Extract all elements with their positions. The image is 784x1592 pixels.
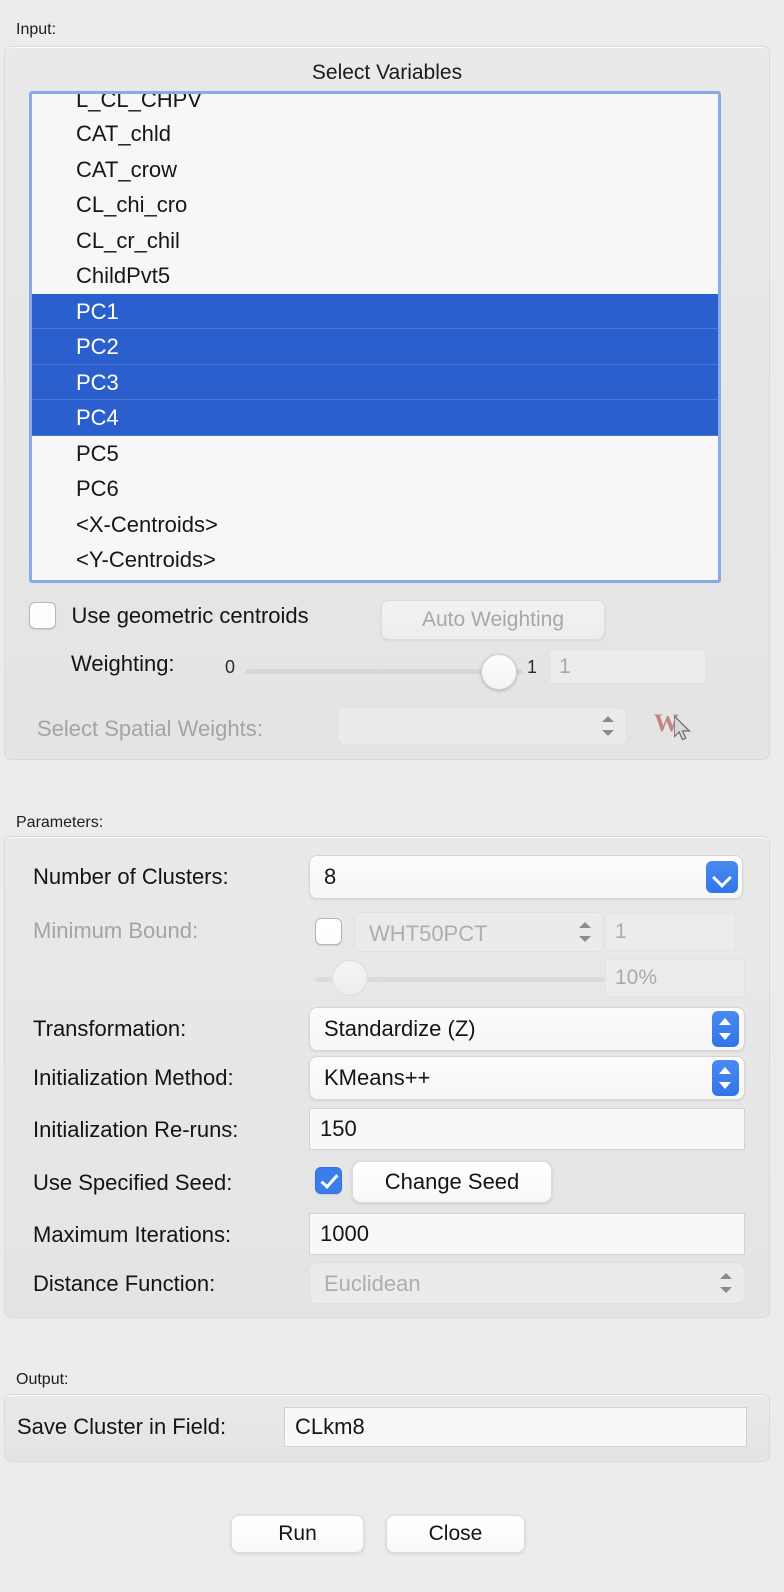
- maximum-iterations-label: Maximum Iterations:: [33, 1222, 232, 1247]
- number-of-clusters-label: Number of Clusters:: [33, 864, 229, 889]
- use-specified-seed-checkbox[interactable]: [315, 1167, 342, 1194]
- maximum-iterations-row: Maximum Iterations: 1000: [5, 1213, 769, 1259]
- weighting-row: Weighting: 0 1 1: [29, 647, 749, 690]
- initialization-reruns-input[interactable]: 150: [309, 1108, 745, 1150]
- minimum-bound-value-field[interactable]: 1: [605, 913, 735, 951]
- minimum-bound-slider-row: 10%: [5, 957, 769, 1001]
- chevron-updown-icon[interactable]: [712, 1060, 739, 1096]
- input-section-label: Input:: [16, 21, 57, 38]
- transformation-combo[interactable]: Standardize (Z): [309, 1007, 745, 1051]
- variable-list-item[interactable]: CL_cr_chil: [32, 223, 718, 259]
- variable-list-item[interactable]: <Y-Centroids>: [32, 542, 718, 578]
- minimum-bound-percent-field[interactable]: 10%: [605, 959, 745, 997]
- variable-list-item[interactable]: <X-Centroids>: [32, 507, 718, 543]
- variables-list[interactable]: L_CL_CHPV CAT_chld CAT_crow CL_chi_cro CL_cr…: [29, 91, 721, 583]
- use-geometric-centroids-checkbox[interactable]: [29, 602, 56, 629]
- variable-list-item[interactable]: PC2: [32, 329, 718, 365]
- variable-list-item[interactable]: PC6: [32, 471, 718, 507]
- variable-list-item[interactable]: CAT_crow: [32, 152, 718, 188]
- output-panel: Save Cluster in Field: CLkm8: [4, 1394, 770, 1462]
- chevron-down-icon[interactable]: [706, 861, 738, 893]
- number-of-clusters-value: 8: [324, 864, 337, 889]
- transformation-row: Transformation: Standardize (Z): [5, 1007, 769, 1053]
- spatial-weights-row: Select Spatial Weights: W: [29, 707, 749, 751]
- use-geometric-centroids-label: Use geometric centroids: [71, 602, 309, 628]
- auto-weighting-button[interactable]: Auto Weighting: [381, 600, 605, 640]
- minimum-bound-variable-select[interactable]: WHT50PCT: [354, 912, 604, 952]
- use-geometric-centroids-row: Use geometric centroids Auto Weighting: [29, 600, 749, 640]
- number-of-clusters-row: Number of Clusters: 8: [5, 855, 769, 901]
- variable-list-item[interactable]: ChildPvt5: [32, 258, 718, 294]
- select-variables-title: Select Variables: [311, 61, 463, 84]
- distance-function-combo[interactable]: Euclidean: [309, 1262, 745, 1304]
- variable-list-item[interactable]: CL_chi_cro: [32, 187, 718, 223]
- chevron-updown-icon: [579, 921, 592, 943]
- transformation-label: Transformation:: [33, 1016, 187, 1041]
- output-section-label: Output:: [16, 1371, 69, 1388]
- initialization-reruns-row: Initialization Re-runs: 150: [5, 1108, 769, 1154]
- close-button[interactable]: Close: [386, 1515, 525, 1553]
- chevron-updown-icon: [602, 715, 615, 737]
- minimum-bound-checkbox[interactable]: [315, 918, 342, 945]
- variable-list-item[interactable]: PC5: [32, 436, 718, 472]
- initialization-method-row: Initialization Method: KMeans++: [5, 1056, 769, 1102]
- maximum-iterations-input[interactable]: 1000: [309, 1213, 745, 1255]
- number-of-clusters-combo[interactable]: 8: [309, 855, 743, 899]
- initialization-method-value: KMeans++: [324, 1065, 431, 1090]
- input-panel: Select Variables L_CL_CHPV CAT_chld CAT_cr…: [4, 46, 770, 760]
- minimum-bound-slider-thumb[interactable]: [332, 960, 368, 996]
- distance-function-value: Euclidean: [324, 1271, 421, 1296]
- spatial-weights-label: Select Spatial Weights:: [37, 716, 263, 741]
- parameters-panel: Number of Clusters: 8 Minimum Bound: WHT…: [4, 836, 770, 1318]
- minimum-bound-label: Minimum Bound:: [33, 918, 199, 943]
- use-specified-seed-row: Use Specified Seed: Change Seed: [5, 1161, 769, 1207]
- chevron-updown-icon[interactable]: [712, 1011, 739, 1047]
- weighting-slider-thumb[interactable]: [481, 654, 517, 690]
- variable-list-item[interactable]: CAT_chld: [32, 116, 718, 152]
- weighting-min-label: 0: [225, 657, 236, 677]
- minimum-bound-row: Minimum Bound: WHT50PCT 1: [5, 909, 769, 955]
- variable-list-item[interactable]: PC3: [32, 364, 718, 400]
- initialization-reruns-label: Initialization Re-runs:: [33, 1117, 239, 1142]
- weighting-value-field[interactable]: 1: [549, 649, 706, 684]
- initialization-method-label: Initialization Method:: [33, 1065, 234, 1090]
- use-specified-seed-label: Use Specified Seed:: [33, 1170, 233, 1195]
- spatial-weights-select[interactable]: [337, 707, 627, 745]
- change-seed-button[interactable]: Change Seed: [352, 1161, 552, 1203]
- save-cluster-label: Save Cluster in Field:: [17, 1414, 227, 1439]
- run-button[interactable]: Run: [231, 1515, 364, 1553]
- variable-list-item[interactable]: PC1: [32, 293, 718, 329]
- minimum-bound-variable-value: WHT50PCT: [369, 921, 488, 946]
- transformation-value: Standardize (Z): [324, 1016, 476, 1041]
- save-cluster-input[interactable]: CLkm8: [284, 1407, 747, 1447]
- parameters-section-label: Parameters:: [16, 814, 104, 831]
- weighting-label: Weighting:: [71, 651, 175, 676]
- variable-list-item[interactable]: PC4: [32, 400, 718, 436]
- weighting-max-label: 1: [527, 657, 538, 677]
- distance-function-row: Distance Function: Euclidean: [5, 1262, 769, 1308]
- variable-list-item[interactable]: L_CL_CHPV: [32, 94, 718, 116]
- initialization-method-combo[interactable]: KMeans++: [309, 1056, 745, 1100]
- chevron-updown-icon: [720, 1272, 733, 1294]
- mouse-cursor-icon: [674, 716, 691, 741]
- distance-function-label: Distance Function:: [33, 1271, 216, 1296]
